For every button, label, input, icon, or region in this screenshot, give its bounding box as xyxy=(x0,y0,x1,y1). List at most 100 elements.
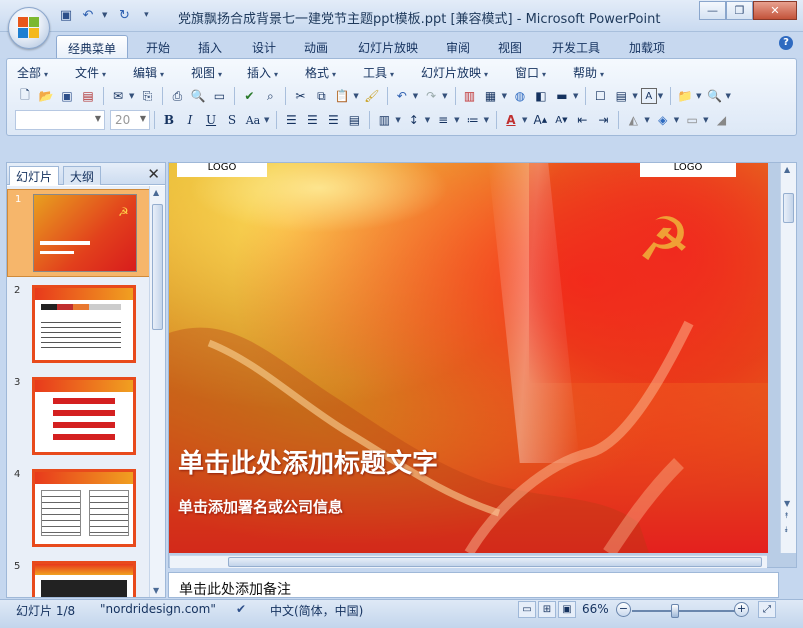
close-icon[interactable]: ✕ xyxy=(147,165,160,183)
zoom-slider-knob[interactable] xyxy=(671,604,680,618)
justify-icon[interactable]: ▤ xyxy=(344,110,364,130)
tab-slideshow[interactable]: 幻灯片放映 xyxy=(352,35,424,58)
chart-icon[interactable]: ▥ xyxy=(460,86,480,106)
fit-to-window-icon[interactable]: ⤢ xyxy=(758,601,776,618)
undo-dropdown-icon[interactable]: ▼ xyxy=(102,11,107,19)
folder-icon[interactable]: 📁 xyxy=(675,86,695,106)
spellcheck-icon[interactable]: ✔ xyxy=(236,602,246,616)
color-grayscale-icon[interactable]: ◧ xyxy=(531,86,551,106)
align-left-icon[interactable]: ☰ xyxy=(281,110,301,130)
chevron-down-icon[interactable]: ▼ xyxy=(726,92,731,100)
tab-outline[interactable]: 大纲 xyxy=(63,166,102,185)
spelling-icon[interactable]: ✔ xyxy=(239,86,259,106)
scroll-up-icon[interactable]: ▲ xyxy=(153,188,159,197)
new-icon[interactable]: 🗋 xyxy=(15,86,35,106)
normal-view-icon[interactable]: ▭ xyxy=(518,601,536,618)
arrange-icon[interactable]: ◈ xyxy=(653,110,673,130)
menu-tools[interactable]: 工具 ▾ xyxy=(363,64,421,82)
scroll-down-icon[interactable]: ▼ xyxy=(153,586,159,595)
bullets-icon[interactable]: ≔ xyxy=(463,110,483,130)
slide-canvas[interactable]: ☭ LOGO LOGO 单击此处添加标题文字 单击添加署名或公司信息 xyxy=(169,163,768,553)
chevron-down-icon[interactable]: ▼ xyxy=(129,92,134,100)
fill-color-icon[interactable]: ▬ xyxy=(552,86,572,106)
chevron-down-icon[interactable]: ▼ xyxy=(264,116,269,124)
print-preview-icon[interactable]: 🔍 xyxy=(188,86,208,106)
next-slide-icon[interactable]: ⯯ xyxy=(784,525,789,535)
slide-sorter-view-icon[interactable]: ⊞ xyxy=(538,601,556,618)
bold-icon[interactable]: B xyxy=(159,110,179,130)
chevron-down-icon[interactable]: ▼ xyxy=(632,92,637,100)
undo-icon[interactable]: ↶ xyxy=(80,7,96,23)
increase-indent-icon[interactable]: ⇥ xyxy=(593,110,613,130)
menu-all[interactable]: 全部 ▾ xyxy=(17,64,75,82)
save-icon[interactable]: ▣ xyxy=(58,7,74,23)
menu-format[interactable]: 格式 ▾ xyxy=(305,64,363,82)
font-name-combo[interactable]: ▼ xyxy=(15,110,105,130)
globe-icon[interactable]: ◍ xyxy=(510,86,530,106)
table-icon[interactable]: ▦ xyxy=(481,86,501,106)
chevron-down-icon[interactable]: ▼ xyxy=(425,116,430,124)
chevron-down-icon[interactable]: ▼ xyxy=(696,92,701,100)
slide-thumbnail[interactable]: 4 xyxy=(7,465,150,553)
underline-icon[interactable]: U xyxy=(201,110,221,130)
tab-review[interactable]: 审阅 xyxy=(438,35,478,58)
tab-insert[interactable]: 插入 xyxy=(190,35,230,58)
copy-icon[interactable]: ⧉ xyxy=(311,86,331,106)
change-case-icon[interactable]: Aa xyxy=(243,110,263,130)
menu-file[interactable]: 文件 ▾ xyxy=(75,64,133,82)
undo-icon[interactable]: ↶ xyxy=(392,86,412,106)
chevron-down-icon[interactable]: ▼ xyxy=(454,116,459,124)
theme-name[interactable]: "nordridesign.com" xyxy=(100,602,216,616)
zoom-slider-track[interactable] xyxy=(632,604,738,618)
menu-insert[interactable]: 插入 ▾ xyxy=(247,64,305,82)
zoom-out-icon[interactable]: − xyxy=(616,602,631,617)
shape-fill-icon[interactable]: ◢ xyxy=(712,110,732,130)
slide-thumbnail[interactable]: 3 xyxy=(7,373,150,461)
restore-icon[interactable]: ❐ xyxy=(726,1,753,20)
decrease-indent-icon[interactable]: ⇤ xyxy=(572,110,592,130)
tab-developer[interactable]: 开发工具 xyxy=(545,35,607,58)
shrink-font-icon[interactable]: A ▼ xyxy=(551,110,571,130)
research-icon[interactable]: ⌕ xyxy=(260,86,280,106)
align-right-icon[interactable]: ☰ xyxy=(323,110,343,130)
slide-subtitle-placeholder[interactable]: 单击添加署名或公司信息 xyxy=(178,496,343,517)
scroll-down-icon[interactable]: ▼ xyxy=(784,499,790,508)
menu-window[interactable]: 窗口 ▾ xyxy=(515,64,573,82)
scrollbar-thumb[interactable] xyxy=(783,193,794,223)
slideshow-view-icon[interactable]: ▣ xyxy=(558,601,576,618)
shapes-icon[interactable]: ◭ xyxy=(623,110,643,130)
align-center-icon[interactable]: ☰ xyxy=(302,110,322,130)
tab-classic-menu[interactable]: 经典菜单 xyxy=(56,35,128,58)
zoom-level[interactable]: 66% xyxy=(582,602,609,616)
font-color-icon[interactable]: A xyxy=(501,110,521,130)
chevron-down-icon[interactable]: ▼ xyxy=(395,116,400,124)
menu-help[interactable]: 帮助 ▾ xyxy=(573,64,623,82)
chevron-down-icon[interactable]: ▼ xyxy=(413,92,418,100)
slide-title-placeholder[interactable]: 单击此处添加标题文字 xyxy=(178,443,438,480)
quick-print-icon[interactable]: ▭ xyxy=(209,86,229,106)
zoom-icon[interactable]: 🔍 xyxy=(705,86,725,106)
notes-pane[interactable]: 单击此处添加备注 xyxy=(168,572,779,598)
publish-icon[interactable]: ⎘ xyxy=(137,86,157,106)
paste-icon[interactable]: 📋 xyxy=(332,86,352,106)
numbering-icon[interactable]: ≡ xyxy=(433,110,453,130)
chevron-down-icon[interactable]: ▼ xyxy=(522,116,527,124)
slide-thumbnail[interactable]: 5 xyxy=(7,557,150,597)
format-painter-icon[interactable]: 🖌 xyxy=(362,86,382,106)
slides-pane-scrollbar[interactable]: ▲ ▼ xyxy=(149,186,165,597)
font-size-combo[interactable]: 20 ▼ xyxy=(110,110,150,130)
slide-thumbnail[interactable]: 2 xyxy=(7,281,150,369)
menu-view[interactable]: 视图 ▾ xyxy=(191,64,247,82)
chevron-down-icon[interactable]: ▼ xyxy=(644,116,649,124)
redo-icon[interactable]: ↷ xyxy=(421,86,441,106)
print-icon[interactable]: ⎙ xyxy=(167,86,187,106)
scrollbar-thumb[interactable] xyxy=(228,557,762,567)
slide-horizontal-scrollbar[interactable] xyxy=(170,555,767,568)
save-icon[interactable]: ▣ xyxy=(57,86,77,106)
quick-styles-icon[interactable]: ▭ xyxy=(682,110,702,130)
chevron-down-icon[interactable]: ▼ xyxy=(573,92,578,100)
tab-view[interactable]: 视图 xyxy=(490,35,530,58)
email-icon[interactable]: ✉ xyxy=(108,86,128,106)
help-icon[interactable]: ? xyxy=(779,36,793,50)
chevron-down-icon[interactable]: ▼ xyxy=(353,92,358,100)
